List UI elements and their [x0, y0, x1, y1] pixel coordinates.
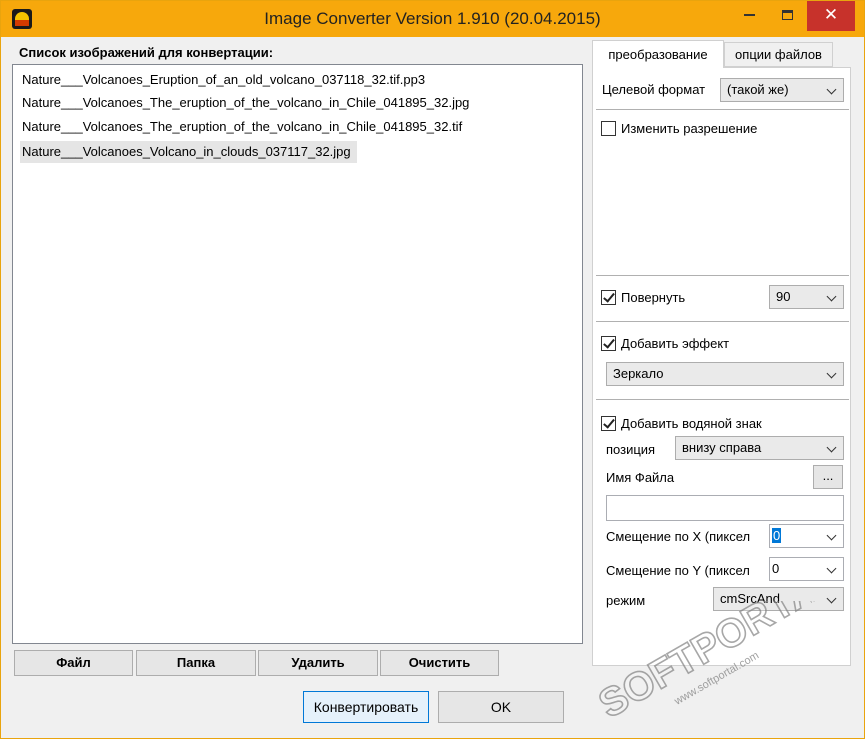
list-item[interactable]: Nature___Volcanoes_The_eruption_of_the_v…	[22, 92, 475, 114]
offset-x-value: 0	[772, 528, 782, 543]
clear-button[interactable]: Очистить	[380, 650, 499, 676]
chevron-down-icon	[825, 558, 839, 580]
offset-y-label: Смещение по Y (пиксел	[606, 563, 750, 578]
title-bar[interactable]: Image Converter Version 1.910 (20.04.201…	[1, 1, 864, 37]
offset-x-combo[interactable]: 0	[769, 524, 844, 548]
position-value: внизу справа	[682, 440, 762, 455]
offset-y-value: 0	[772, 561, 780, 576]
minimize-button[interactable]	[731, 1, 767, 31]
list-title: Список изображений для конвертации:	[19, 45, 274, 60]
delete-button[interactable]: Удалить	[258, 650, 378, 676]
browse-button[interactable]: ...	[813, 465, 843, 489]
watermark-filename-input[interactable]	[606, 495, 844, 521]
chevron-down-icon	[825, 79, 839, 101]
app-window: Image Converter Version 1.910 (20.04.201…	[0, 0, 865, 739]
mode-label: режим	[606, 593, 646, 608]
chevron-down-icon	[825, 363, 839, 385]
mode-select[interactable]: cmSrcAnd	[713, 587, 844, 611]
rotate-angle-select[interactable]: 90	[769, 285, 844, 309]
convert-button[interactable]: Конвертировать	[303, 691, 429, 723]
chevron-down-icon	[825, 437, 839, 459]
filename-label: Имя Файла	[606, 470, 675, 485]
ok-button[interactable]: OK	[438, 691, 564, 723]
divider	[596, 399, 849, 401]
rotate-label: Повернуть	[621, 290, 686, 305]
minimize-icon	[743, 14, 755, 17]
mode-value: cmSrcAnd	[720, 591, 780, 606]
position-select[interactable]: внизу справа	[675, 436, 844, 460]
divider	[596, 109, 849, 111]
add-folder-button[interactable]: Папка	[136, 650, 256, 676]
chevron-down-icon	[825, 286, 839, 308]
list-item[interactable]: Nature___Volcanoes_Eruption_of_an_old_vo…	[22, 69, 431, 91]
effect-label: Добавить эффект	[621, 336, 730, 351]
tab-file-options[interactable]: опции файлов	[724, 42, 833, 67]
chevron-down-icon	[825, 588, 839, 610]
effect-select[interactable]: Зеркало	[606, 362, 844, 386]
add-file-button[interactable]: Файл	[14, 650, 133, 676]
maximize-icon	[781, 10, 793, 21]
maximize-button[interactable]	[769, 1, 805, 31]
watermark-checkbox[interactable]	[601, 416, 616, 431]
divider	[596, 321, 849, 323]
watermark-label: Добавить водяной знак	[621, 416, 762, 431]
offset-x-label: Смещение по X (пиксел	[606, 529, 751, 544]
tab-conversion[interactable]: преобразование	[592, 40, 724, 68]
position-label: позиция	[606, 442, 656, 457]
rotate-checkbox[interactable]	[601, 290, 616, 305]
chevron-down-icon	[825, 525, 839, 547]
resize-label: Изменить разрешение	[621, 121, 758, 136]
close-button[interactable]: ✕	[807, 1, 855, 31]
target-format-select[interactable]: (такой же)	[720, 78, 844, 102]
effect-value: Зеркало	[613, 366, 664, 381]
divider	[596, 275, 849, 277]
image-listbox[interactable]: Nature___Volcanoes_Eruption_of_an_old_vo…	[12, 64, 583, 644]
list-item[interactable]: Nature___Volcanoes_The_eruption_of_the_v…	[22, 116, 468, 138]
offset-y-combo[interactable]: 0	[769, 557, 844, 581]
resize-checkbox[interactable]	[601, 121, 616, 136]
target-format-label: Целевой формат	[602, 82, 706, 97]
rotate-angle-value: 90	[776, 289, 791, 304]
list-item-selected[interactable]: Nature___Volcanoes_Volcano_in_clouds_037…	[20, 141, 357, 163]
effect-checkbox[interactable]	[601, 336, 616, 351]
target-format-value: (такой же)	[727, 82, 789, 97]
close-icon: ✕	[823, 5, 839, 24]
